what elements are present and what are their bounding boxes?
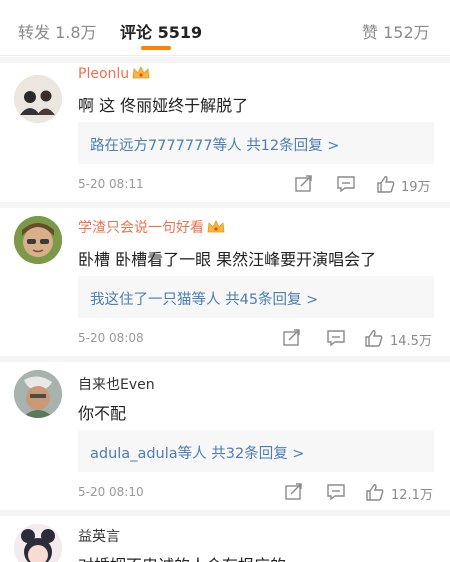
comment-meta: 5-20 08:10 12.1万 [0,481,450,505]
comment-username[interactable]: Pleonlu [78,66,150,82]
comment-username[interactable]: 益英言 [78,526,120,546]
username-text: 学渣只会说一句好看 [78,220,204,236]
replies-preview-text: 路在远方7777777等人 共12条回复 > [90,134,339,155]
reply-users-suffix: 等人 [177,446,207,462]
replies-preview[interactable]: adula_adula等人 共32条回复 > [78,430,434,472]
comment-username[interactable]: 学渣只会说一句好看 [78,217,225,237]
user-avatar[interactable] [14,216,62,264]
tab-repost[interactable]: 转发 1.8万 [18,19,97,43]
comment-meta: 5-20 08:11 19万 [0,173,450,197]
comment-text: 卧槽 卧槽看了一眼 果然汪峰要开演唱会了 [78,250,377,269]
reply-users: 我这住了一只猫 [90,292,192,308]
reply-icon[interactable] [336,175,356,193]
like-icon[interactable] [364,329,384,347]
tab-comments-label: 评论 [120,23,153,42]
comment-text: 你不配 [78,404,127,423]
user-avatar[interactable] [14,370,62,418]
comment-divider [0,202,450,208]
like-icon[interactable] [365,483,385,501]
replies-preview-text: adula_adula等人 共32条回复 > [90,442,304,463]
username-text: Pleonlu [78,66,130,82]
reply-users: adula_adula [90,446,178,462]
share-icon[interactable] [282,329,302,347]
user-avatar[interactable] [14,75,62,123]
like-count: 12.1万 [391,488,433,503]
tab-comments[interactable]: 评论 5519 [120,19,202,43]
replies-preview[interactable]: 我这住了一只猫等人 共45条回复 > [78,276,434,318]
replies-preview[interactable]: 路在远方7777777等人 共12条回复 > [78,122,434,164]
comment-text: 对婚姻不忠诚的人会有报应的 [78,552,286,562]
like-count: 14.5万 [390,334,432,349]
section-divider [0,57,450,63]
reply-total: 共12条回复 > [246,138,340,154]
comment-time: 5-20 08:11 [78,177,144,191]
comment-meta: 5-20 08:08 14.5万 [0,327,450,351]
comment-time: 5-20 08:10 [78,485,144,499]
tab-likes[interactable]: 赞 152万 [362,19,430,43]
vip-crown-icon [207,220,225,233]
reply-users: 路在远方7777777 [90,138,213,154]
reply-icon[interactable] [326,483,346,501]
tab-comments-count: 5519 [157,23,203,42]
user-avatar[interactable] [14,524,62,562]
vip-crown-icon [132,66,150,79]
replies-preview-text: 我这住了一只猫等人 共45条回复 > [90,288,318,309]
reply-users-suffix: 等人 [212,138,242,154]
comment-username[interactable]: 自来也Even [78,374,155,394]
comment-time: 5-20 08:08 [78,331,144,345]
reply-total: 共32条回复 > [211,446,305,462]
reply-users-suffix: 等人 [191,292,221,308]
active-tab-indicator [141,46,171,50]
reply-total: 共45条回复 > [225,292,319,308]
comment-divider [0,510,450,516]
share-icon[interactable] [294,175,314,193]
comment-text: 啊 这 佟丽娅终于解脱了 [78,96,249,115]
comment-divider [0,356,450,362]
share-icon[interactable] [284,483,304,501]
like-icon[interactable] [376,175,396,193]
reply-icon[interactable] [326,329,346,347]
like-count: 19万 [401,180,431,195]
comment-tab-bar: 转发 1.8万 评论 5519 赞 152万 [0,0,450,56]
